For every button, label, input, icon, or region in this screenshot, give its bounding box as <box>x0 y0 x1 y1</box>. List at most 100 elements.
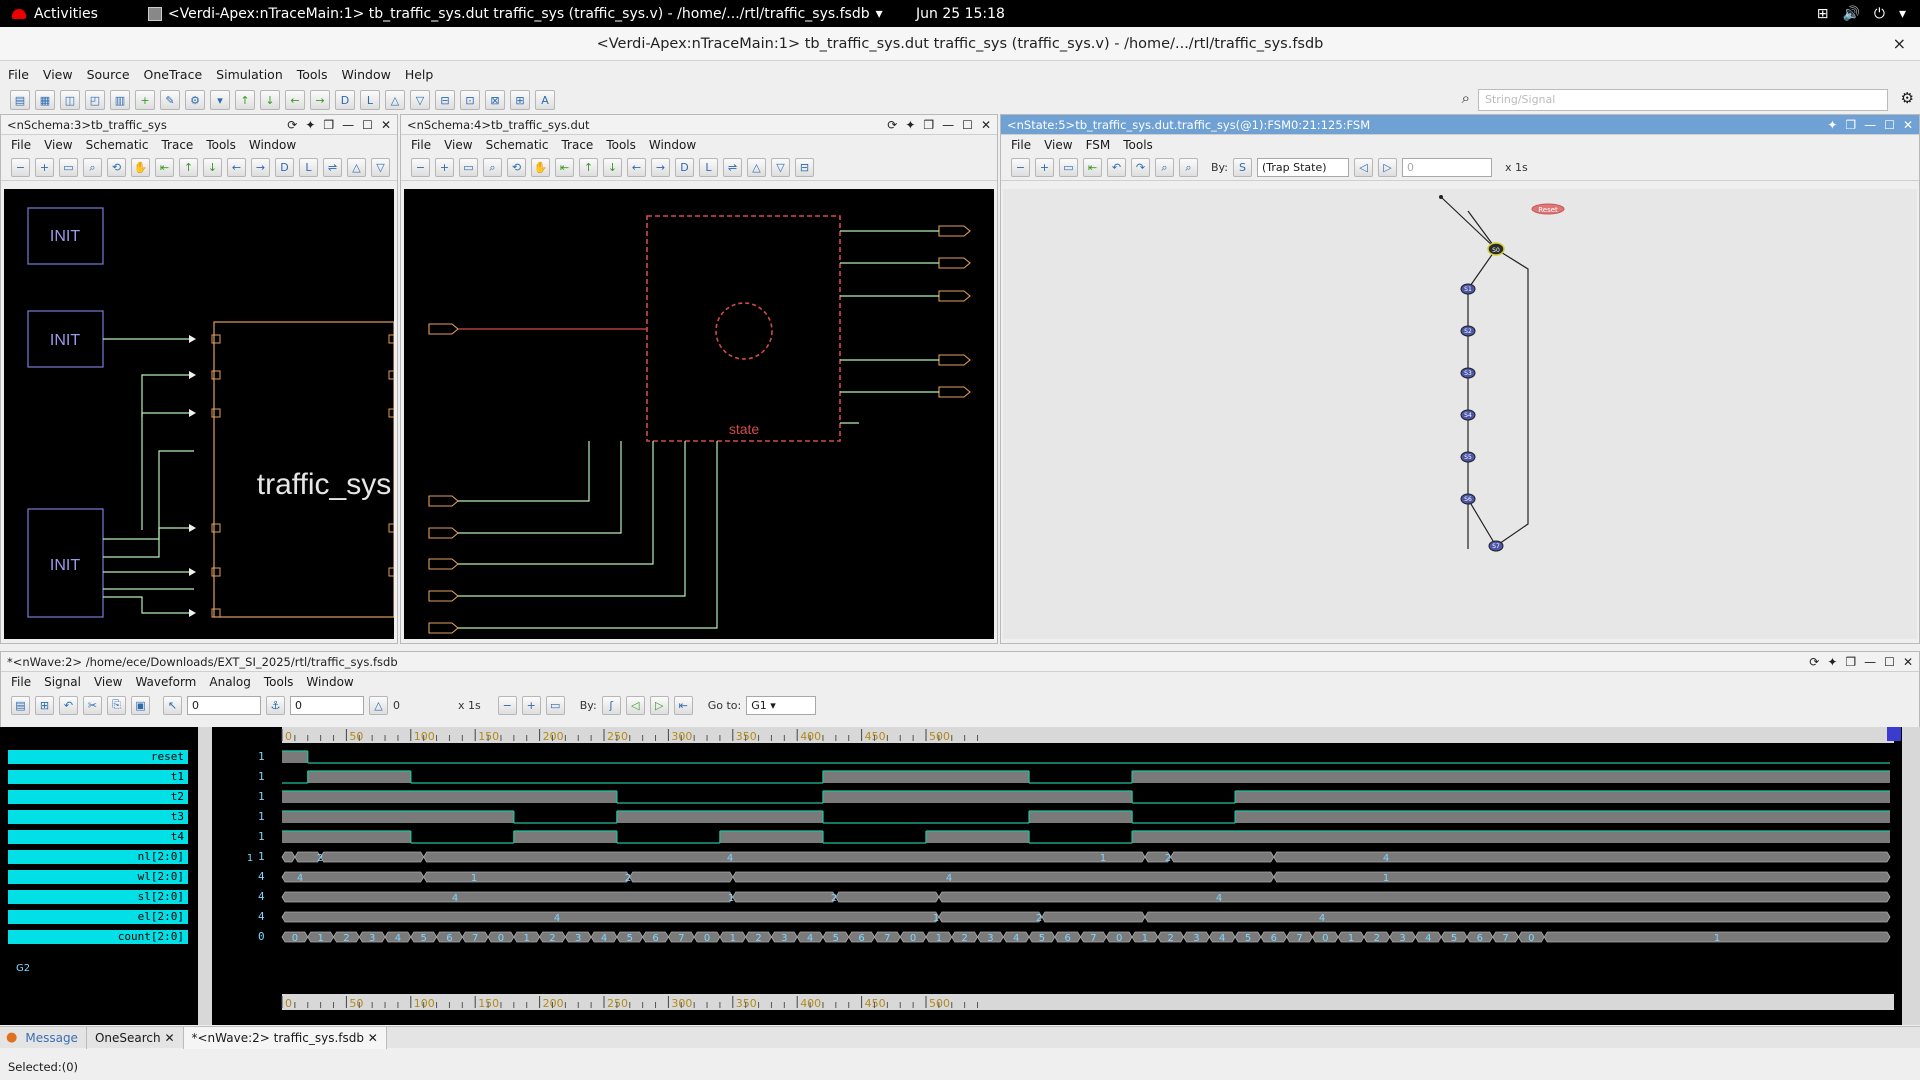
search-by-icon[interactable]: ʃ <box>601 695 621 715</box>
trap-state-select[interactable]: (Trap State) <box>1256 158 1349 177</box>
to-icon[interactable]: ↷ <box>1131 158 1150 177</box>
trace-up-icon[interactable]: ↑ <box>235 90 255 110</box>
menu-trace[interactable]: Trace <box>561 138 593 152</box>
dropdown-icon[interactable]: ▾ <box>210 90 230 110</box>
marker-icon[interactable]: ⚓ <box>266 695 285 715</box>
signal-search-input[interactable]: String/Signal <box>1478 89 1888 111</box>
signal-row-el[interactable]: el[2:0] <box>8 910 188 924</box>
menu-tools[interactable]: Tools <box>1123 138 1153 152</box>
hierarchy-icon[interactable]: ⊟ <box>795 158 814 177</box>
paste-icon[interactable]: ▣ <box>131 695 150 715</box>
signal-row-t4[interactable]: t4 <box>8 830 188 844</box>
sync-icon[interactable]: ⟳ <box>287 115 297 135</box>
driver-icon[interactable]: D <box>335 90 355 110</box>
close-icon[interactable]: ✕ <box>1903 652 1913 672</box>
ams-icon[interactable]: A <box>535 90 555 110</box>
source-icon[interactable]: ▥ <box>110 90 130 110</box>
zoom-area-icon[interactable]: ⌕ <box>483 158 502 177</box>
connect-icon[interactable]: ⇌ <box>323 158 342 177</box>
open-icon[interactable]: ▤ <box>11 695 30 715</box>
search-prev-icon[interactable]: ⌕ <box>1155 158 1174 177</box>
zoom-in-icon[interactable]: + <box>35 158 54 177</box>
undock-icon[interactable]: ❐ <box>1845 115 1856 135</box>
zoom-fit-icon[interactable]: ▭ <box>1059 158 1078 177</box>
menu-file[interactable]: File <box>8 67 29 82</box>
menu-window[interactable]: Window <box>306 675 353 689</box>
back-icon[interactable]: ⇤ <box>1083 158 1102 177</box>
zoom-area-icon[interactable]: ⌕ <box>83 158 102 177</box>
previous-icon[interactable]: △ <box>347 158 366 177</box>
open-icon[interactable]: ▤ <box>10 90 30 110</box>
signal-row-sl[interactable]: sl[2:0] <box>8 890 188 904</box>
menu-file[interactable]: File <box>1011 138 1031 152</box>
bookmark-icon[interactable]: ⊠ <box>485 90 505 110</box>
app-menu[interactable]: <Verdi-Apex:nTraceMain:1> tb_traffic_sys… <box>147 6 883 22</box>
undock-icon[interactable]: ❐ <box>923 115 934 135</box>
settings-gear-icon[interactable]: ⚙ <box>185 90 205 110</box>
menu-schematic[interactable]: Schematic <box>86 138 149 152</box>
state-mode-icon[interactable]: S <box>1232 158 1252 177</box>
undo-icon[interactable]: ↶ <box>59 695 78 715</box>
menu-schematic[interactable]: Schematic <box>486 138 549 152</box>
forward-arrow-icon[interactable]: → <box>310 90 330 110</box>
back-icon[interactable]: ⇤ <box>155 158 174 177</box>
close-icon[interactable]: ✕ <box>381 115 391 135</box>
menu-window[interactable]: Window <box>249 138 296 152</box>
power-icon[interactable]: ⏻ <box>1874 6 1885 22</box>
menu-view[interactable]: View <box>94 675 122 689</box>
prev-state-icon[interactable]: ◁ <box>1353 158 1373 177</box>
menu-simulation[interactable]: Simulation <box>216 67 283 82</box>
driver-icon[interactable]: D <box>675 158 694 177</box>
module-icon[interactable]: ⊡ <box>460 90 480 110</box>
tab-nwave[interactable]: *<nWave:2> traffic_sys.fsdb ✕ <box>183 1026 387 1049</box>
close-icon[interactable]: ✕ <box>1903 115 1913 135</box>
menu-file[interactable]: File <box>11 675 31 689</box>
schematic-canvas[interactable]: INIT INIT INIT traffic_sys <box>4 189 394 639</box>
minimize-icon[interactable]: — <box>1864 115 1876 135</box>
next-icon[interactable]: ▽ <box>771 158 790 177</box>
menu-source[interactable]: Source <box>87 67 130 82</box>
back-icon[interactable]: ⇤ <box>555 158 574 177</box>
load-icon[interactable]: L <box>299 158 318 177</box>
zoom-out-icon[interactable]: − <box>497 695 517 715</box>
search-next-icon[interactable]: ▷ <box>649 695 669 715</box>
signal-row-reset[interactable]: reset <box>8 750 188 764</box>
menu-analog[interactable]: Analog <box>209 675 250 689</box>
next-arrow-icon[interactable]: → <box>651 158 670 177</box>
refresh-icon[interactable]: ⟲ <box>107 158 126 177</box>
trace-up-icon[interactable]: ↑ <box>579 158 598 177</box>
clock[interactable]: Jun 25 15:18 <box>916 6 1005 22</box>
menu-help[interactable]: Help <box>405 67 434 82</box>
zoom-out-icon[interactable]: − <box>11 158 30 177</box>
console-icon[interactable]: ⊞ <box>510 90 530 110</box>
close-icon[interactable]: ✕ <box>164 1031 174 1045</box>
signal-row-nl[interactable]: nl[2:0] <box>8 850 188 864</box>
copy-icon[interactable]: ⎘ <box>107 695 126 715</box>
group-label[interactable]: G2 <box>16 963 30 974</box>
tab-message[interactable]: Message <box>17 1026 87 1049</box>
new-waveform-icon[interactable]: ◫ <box>60 90 80 110</box>
prev-arrow-icon[interactable]: ← <box>227 158 246 177</box>
chevron-down-icon[interactable]: ▾ <box>1899 6 1906 22</box>
maximize-icon[interactable]: ☐ <box>1884 652 1895 672</box>
fsm-canvas[interactable]: Reset S0 S1 S2 S3 S4 S5 S6 S7 <box>1003 189 1917 639</box>
pin-icon[interactable]: ✦ <box>1827 652 1837 672</box>
pan-hand-icon[interactable]: ✋ <box>131 158 150 177</box>
back-arrow-icon[interactable]: ← <box>285 90 305 110</box>
volume-icon[interactable]: 🔊 <box>1842 6 1859 22</box>
minimize-icon[interactable]: — <box>942 115 954 135</box>
edit-icon[interactable]: ✎ <box>160 90 180 110</box>
menu-view[interactable]: View <box>43 67 73 82</box>
menu-view[interactable]: View <box>1044 138 1072 152</box>
menu-signal[interactable]: Signal <box>44 675 81 689</box>
load-icon[interactable]: L <box>360 90 380 110</box>
menu-window[interactable]: Window <box>649 138 696 152</box>
search-next-icon[interactable]: ⌕ <box>1179 158 1198 177</box>
maximize-icon[interactable]: ☐ <box>962 115 973 135</box>
zoom-in-icon[interactable]: + <box>435 158 454 177</box>
pin-icon[interactable]: ✦ <box>905 115 915 135</box>
pin-icon[interactable]: ✦ <box>305 115 315 135</box>
undock-icon[interactable]: ❐ <box>1845 652 1856 672</box>
close-window-button[interactable]: × <box>1893 27 1906 61</box>
delta-icon[interactable]: △ <box>369 695 388 715</box>
